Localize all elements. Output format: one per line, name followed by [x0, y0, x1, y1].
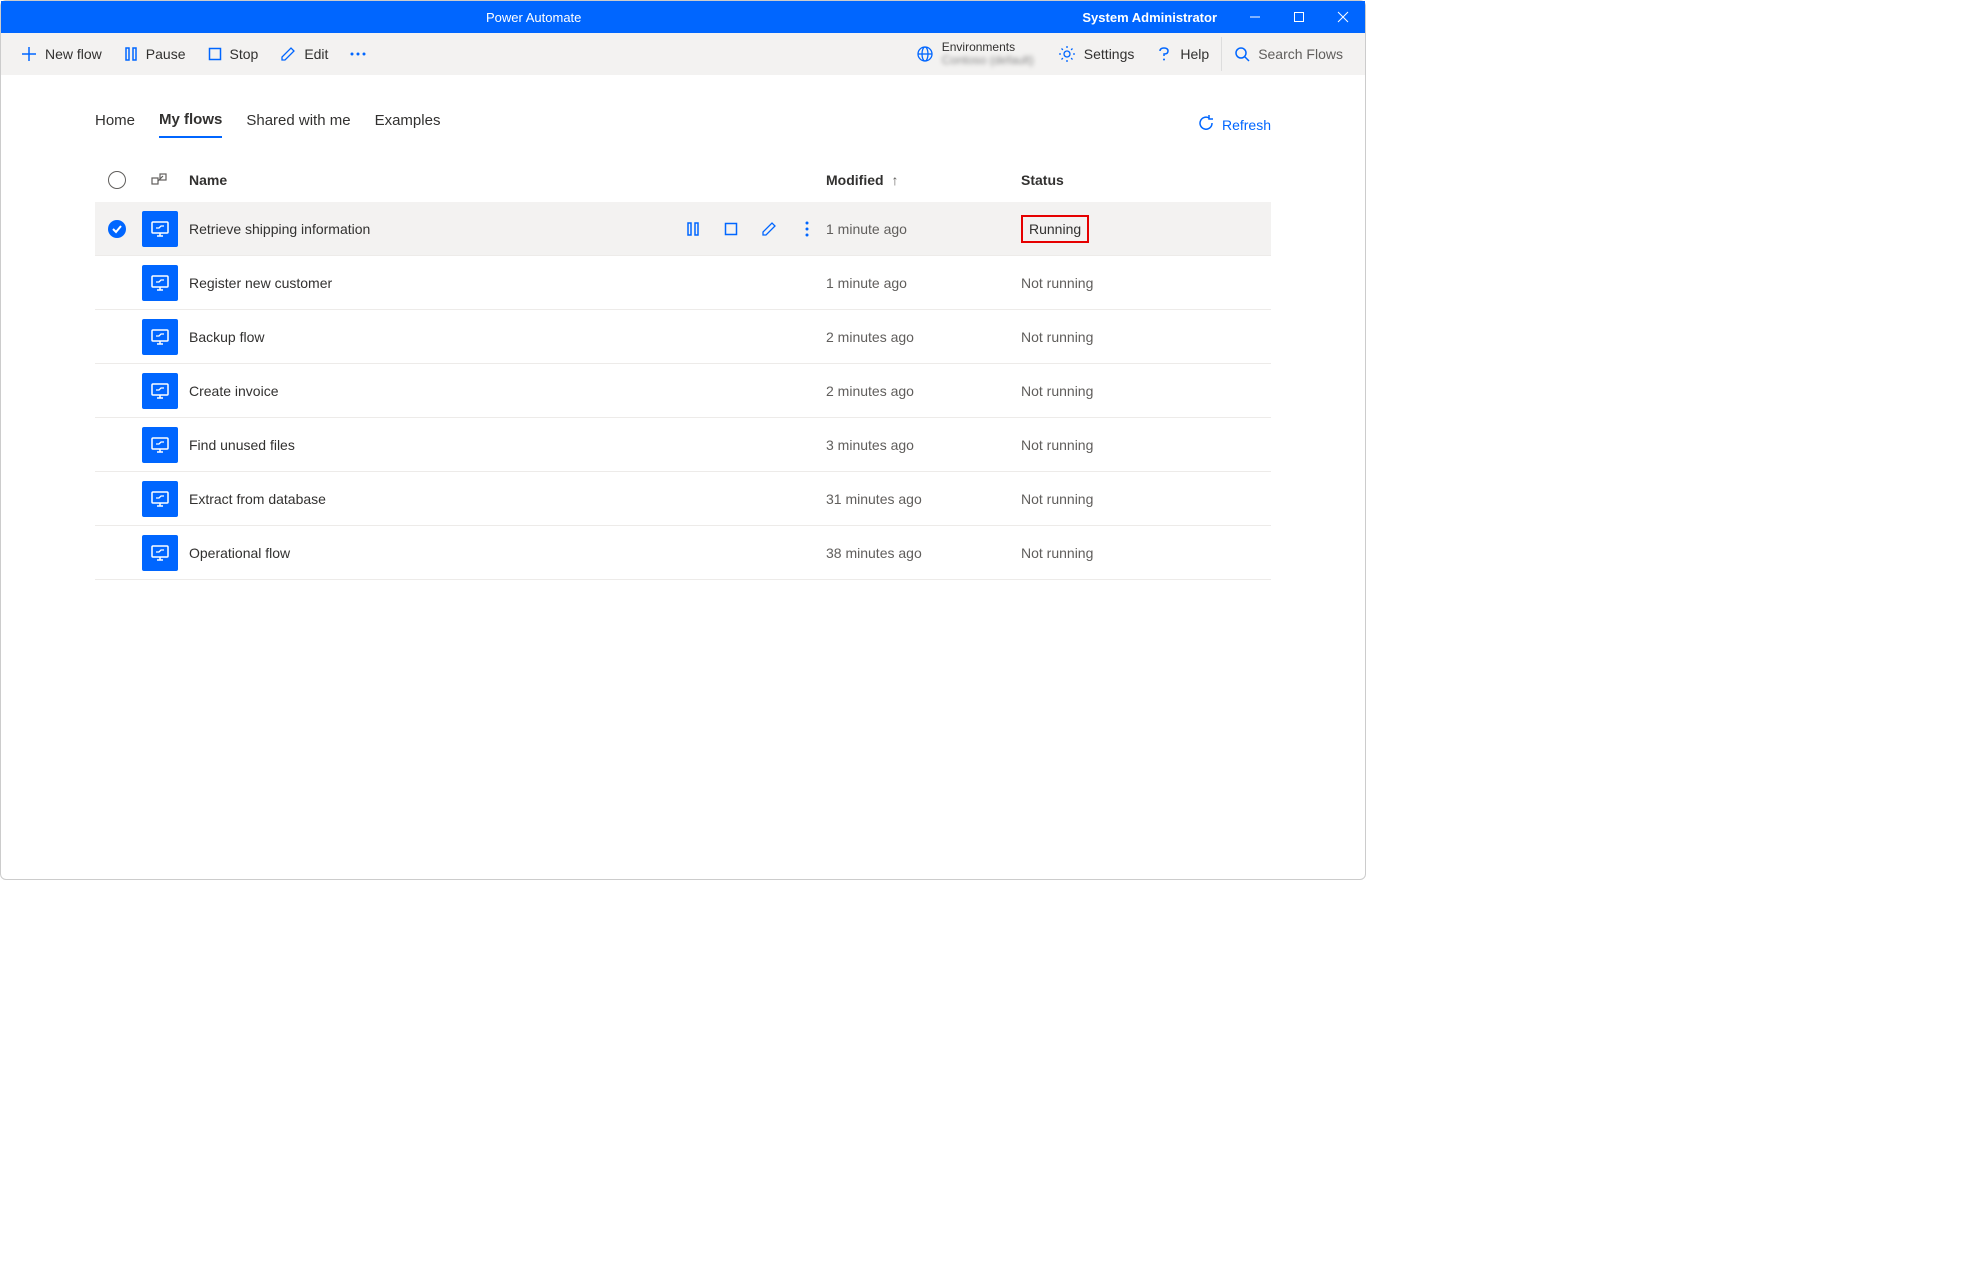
flow-name[interactable]: Find unused files [179, 437, 616, 453]
flow-status: Running [1021, 215, 1089, 243]
flow-modified: 1 minute ago [826, 275, 1021, 291]
tab-my-flows[interactable]: My flows [159, 111, 222, 138]
table-row[interactable]: Backup flow 2 minutes agoNot running [95, 310, 1271, 364]
table-row[interactable]: Find unused files 3 minutes agoNot runnin… [95, 418, 1271, 472]
flow-status: Not running [1021, 437, 1093, 453]
search-flows[interactable]: Search Flows [1221, 37, 1355, 71]
flow-modified: 31 minutes ago [826, 491, 1021, 507]
minimize-button[interactable] [1233, 1, 1277, 33]
stop-label: Stop [230, 46, 259, 62]
environments-picker[interactable]: Environments Contoso (default) [904, 41, 1046, 67]
stop-icon [208, 47, 222, 61]
tab-shared[interactable]: Shared with me [246, 112, 350, 137]
titlebar: Power Automate System Administrator [1, 1, 1365, 33]
desktop-flow-icon [142, 319, 178, 355]
help-button[interactable]: Help [1146, 37, 1219, 71]
flow-name[interactable]: Backup flow [179, 329, 616, 345]
tab-examples[interactable]: Examples [375, 112, 441, 137]
row-more-icon[interactable] [798, 220, 816, 238]
desktop-flow-icon [142, 481, 178, 517]
flow-status: Not running [1021, 383, 1093, 399]
flow-status: Not running [1021, 491, 1093, 507]
environment-value: Contoso (default) [942, 54, 1034, 67]
maximize-button[interactable] [1277, 1, 1321, 33]
desktop-flow-icon [142, 373, 178, 409]
tab-home[interactable]: Home [95, 112, 135, 137]
gear-icon [1058, 45, 1076, 63]
row-checkbox[interactable] [108, 220, 126, 238]
more-icon [350, 52, 366, 56]
settings-button[interactable]: Settings [1048, 37, 1145, 71]
plus-icon [21, 46, 37, 62]
pause-icon [124, 47, 138, 61]
flow-name[interactable]: Extract from database [179, 491, 616, 507]
globe-icon [916, 45, 934, 63]
flow-status: Not running [1021, 275, 1093, 291]
help-icon [1156, 46, 1172, 62]
desktop-flow-icon [142, 265, 178, 301]
app-title: Power Automate [1, 10, 1066, 25]
flow-modified: 2 minutes ago [826, 383, 1021, 399]
table-row[interactable]: Operational flow 38 minutes agoNot runnin… [95, 526, 1271, 580]
more-button[interactable] [340, 37, 376, 71]
select-all-checkbox[interactable] [108, 171, 126, 189]
table-header: Name Modified↑ Status [95, 158, 1271, 202]
table-row[interactable]: Retrieve shipping information 1 minute ag… [95, 202, 1271, 256]
new-flow-label: New flow [45, 46, 102, 62]
flow-modified: 3 minutes ago [826, 437, 1021, 453]
desktop-flow-icon [142, 211, 178, 247]
pause-button[interactable]: Pause [114, 37, 196, 71]
sort-ascending-icon: ↑ [892, 172, 899, 188]
refresh-icon [1198, 115, 1214, 134]
table-row[interactable]: Extract from database 31 minutes agoNot r… [95, 472, 1271, 526]
flow-name[interactable]: Operational flow [179, 545, 616, 561]
flows-table: Name Modified↑ Status Retrieve shipping … [95, 158, 1271, 580]
column-modified[interactable]: Modified↑ [826, 172, 1021, 188]
type-icon-header[interactable] [139, 172, 179, 188]
flow-name[interactable]: Register new customer [179, 275, 616, 291]
close-button[interactable] [1321, 1, 1365, 33]
refresh-button[interactable]: Refresh [1198, 115, 1271, 134]
table-row[interactable]: Register new customer 1 minute agoNot run… [95, 256, 1271, 310]
row-edit-icon[interactable] [760, 220, 778, 238]
flow-modified: 2 minutes ago [826, 329, 1021, 345]
column-name[interactable]: Name [179, 172, 616, 188]
new-flow-button[interactable]: New flow [11, 37, 112, 71]
edit-label: Edit [304, 46, 328, 62]
flow-status: Not running [1021, 545, 1093, 561]
row-pause-icon[interactable] [684, 220, 702, 238]
user-label[interactable]: System Administrator [1066, 10, 1233, 25]
pause-label: Pause [146, 46, 186, 62]
desktop-flow-icon [142, 427, 178, 463]
row-stop-icon[interactable] [722, 220, 740, 238]
column-status[interactable]: Status [1021, 172, 1271, 188]
flow-status: Not running [1021, 329, 1093, 345]
flow-modified: 1 minute ago [826, 221, 1021, 237]
edit-button[interactable]: Edit [270, 37, 338, 71]
search-icon [1234, 46, 1250, 62]
help-label: Help [1180, 46, 1209, 62]
refresh-label: Refresh [1222, 117, 1271, 133]
flow-name[interactable]: Retrieve shipping information [179, 221, 616, 237]
desktop-flow-icon [142, 535, 178, 571]
table-row[interactable]: Create invoice 2 minutes agoNot running [95, 364, 1271, 418]
toolbar: New flow Pause Stop Edit Environments Co… [1, 33, 1365, 75]
tabs: Home My flows Shared with me Examples Re… [95, 75, 1271, 138]
flow-modified: 38 minutes ago [826, 545, 1021, 561]
search-placeholder: Search Flows [1258, 46, 1343, 62]
settings-label: Settings [1084, 46, 1135, 62]
pencil-icon [280, 46, 296, 62]
stop-button[interactable]: Stop [198, 37, 269, 71]
flow-name[interactable]: Create invoice [179, 383, 616, 399]
